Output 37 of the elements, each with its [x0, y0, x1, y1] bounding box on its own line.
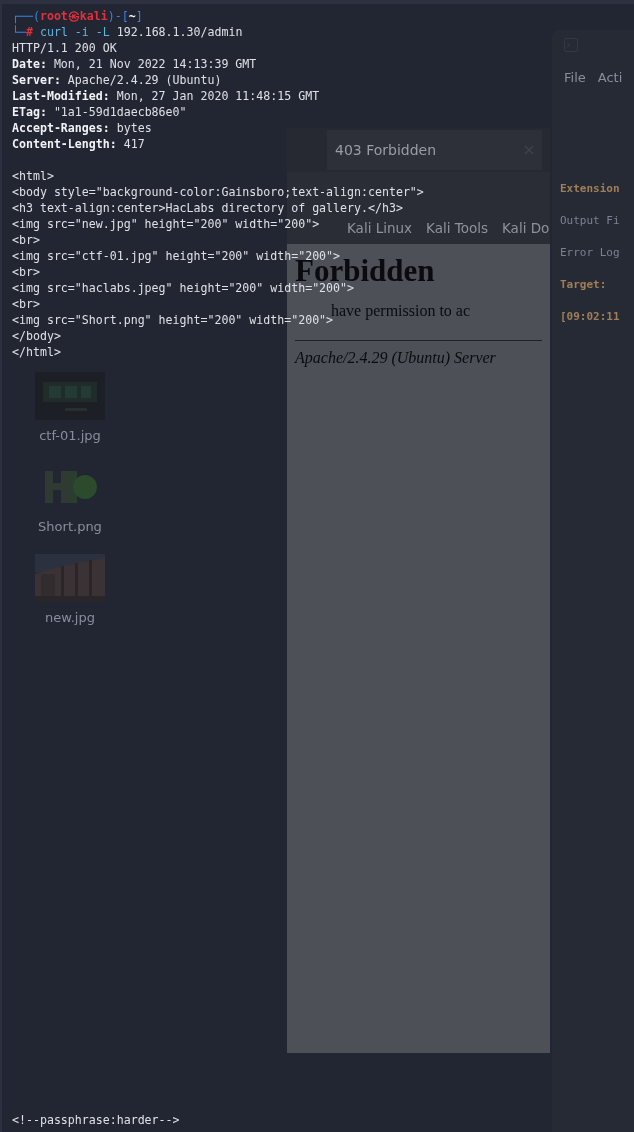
output-line: <!--passphrase:harder--> [12, 1112, 180, 1128]
terminal-line: Target: [560, 277, 607, 293]
prompt-line: ┌──(root㉿kali)-[~] [12, 8, 143, 24]
file-name: new.jpg [45, 610, 95, 625]
terminal-line: Error Log [560, 245, 620, 261]
output-line: <img src="haclabs.jpeg" height="200" width="200"> [12, 281, 355, 296]
error-message: have permission to ac [331, 302, 471, 320]
bookmark-link[interactable]: Kali Do [502, 220, 550, 236]
output-line: <br> [12, 232, 40, 248]
output-line: <br> [12, 296, 40, 312]
header-line: Date: Mon, 21 Nov 2022 14:13:39 GMT [12, 56, 257, 72]
terminal-line: Extension [560, 181, 620, 197]
server-signature: Apache/2.4.29 (Ubuntu) Server [295, 349, 496, 367]
output-line: <br> [12, 264, 40, 280]
tab-title: 403 Forbidden [335, 142, 437, 158]
header-line: Accept-Ranges: bytes [12, 120, 152, 136]
header-line: Content-Length: 417 [12, 136, 145, 152]
menu-item[interactable]: Acti [597, 70, 623, 85]
file-name: Short.png [38, 519, 102, 534]
bookmark-link[interactable]: Kali Tools [426, 220, 488, 236]
output-line: <h3 text-align:center>HacLabs directory of gallery.</h3> [12, 200, 403, 216]
command-line: └─# curl -i -L 192.168.1.30/admin [12, 24, 243, 40]
output-line: HTTP/1.1 200 OK [12, 40, 117, 56]
output-line: <html> [12, 168, 54, 184]
browser-tab[interactable]: 403 Forbidden [327, 130, 542, 170]
output-line: <body style="background-color:Gainsboro;text-align:center"> [12, 184, 424, 200]
output-line: </html> [12, 344, 61, 360]
output-line: </body> [12, 328, 61, 344]
terminal-line: [09:02:11 [560, 309, 620, 325]
bookmark-link[interactable]: Kali Linux [347, 220, 413, 236]
header-line: Server: Apache/2.4.29 (Ubuntu) [12, 72, 222, 88]
file-name: ctf-01.jpg [39, 428, 101, 443]
header-line: Last-Modified: Mon, 27 Jan 2020 11:48:15 GMT [12, 88, 320, 104]
menu-item[interactable]: File [564, 70, 586, 85]
header-line: ETag: "1a1-59d1daecb86e0" [12, 104, 187, 120]
output-line: <img src="new.jpg" height="200" width="200"> [12, 216, 320, 232]
terminal-line: Output Fi [560, 213, 620, 229]
